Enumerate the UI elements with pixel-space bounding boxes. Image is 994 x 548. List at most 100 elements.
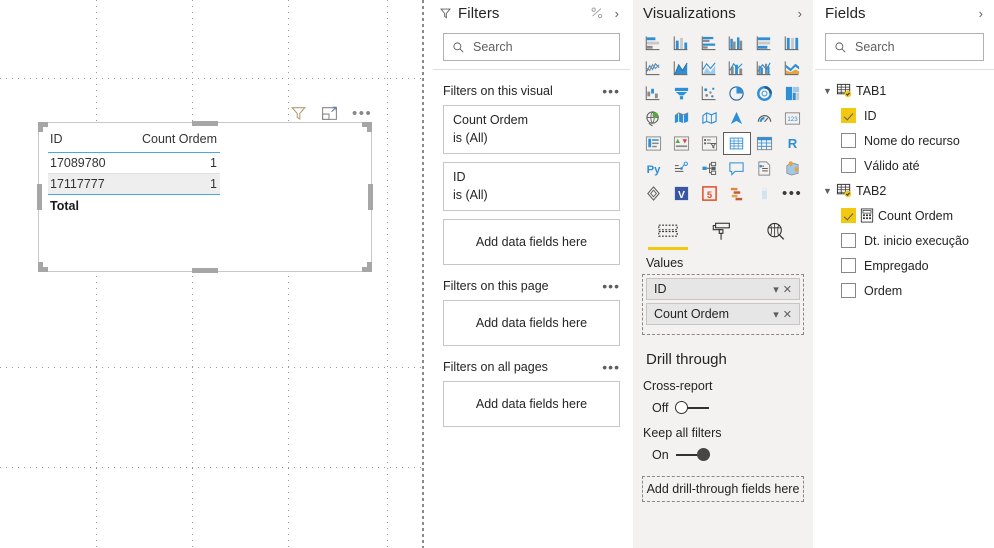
python-visual-icon[interactable]: Py [640,157,668,180]
line-chart-icon[interactable] [640,57,668,80]
table-row[interactable]: 17089780 1 [48,152,220,174]
reset-filters-icon[interactable] [590,6,604,20]
table-row[interactable]: 17117777 1 [48,173,220,195]
more-options-icon[interactable]: ••• [352,105,371,122]
resize-handle-top-right[interactable] [362,122,372,132]
resize-handle-top-left[interactable] [38,122,48,132]
map-icon[interactable] [640,107,668,130]
table-visual-grid[interactable]: ID Count Ordem 17089780 1 17117777 1 Tot… [48,131,220,216]
html-viewer-icon[interactable]: 5 [695,182,723,205]
field-item-count-ordem[interactable]: Count Ordem [815,203,994,228]
bullet-chart-icon[interactable] [751,182,779,205]
field-checkbox[interactable] [841,158,856,173]
field-chip-id[interactable]: ID ▾ ✕ [646,278,800,300]
hundred-percent-stacked-column-chart-icon[interactable] [778,32,806,55]
collapse-visualizations-pane-icon[interactable]: › [795,7,805,20]
focus-mode-icon[interactable] [321,105,338,122]
donut-chart-icon[interactable] [751,82,779,105]
fields-table-tab1[interactable]: ▼ TAB1 [815,78,994,103]
paginated-report-icon[interactable] [778,157,806,180]
more-options-icon[interactable]: ••• [602,279,620,293]
report-canvas[interactable]: ••• ID Count Ordem 17089780 1 17117777 1… [0,0,424,548]
field-item-valido-ate[interactable]: Válido até [815,153,994,178]
visio-visual-icon[interactable]: V [668,182,696,205]
cell-count-ordem[interactable]: 1 [121,152,220,174]
field-checkbox[interactable] [841,108,856,123]
kpi-icon[interactable] [668,132,696,155]
field-checkbox[interactable] [841,283,856,298]
filled-map-icon[interactable] [668,107,696,130]
r-script-visual-icon[interactable]: R [778,132,806,155]
values-field-well[interactable]: ID ▾ ✕ Count Ordem ▾ ✕ [642,274,804,335]
area-chart-icon[interactable] [668,57,696,80]
field-checkbox[interactable] [841,133,856,148]
cell-count-ordem[interactable]: 1 [121,173,220,195]
shape-map-icon[interactable] [695,107,723,130]
filter-card[interactable]: ID is (All) [443,162,620,211]
stacked-bar-chart-icon[interactable] [640,32,668,55]
filter-dropzone[interactable]: Add data fields here [443,219,620,265]
field-chip-count-ordem[interactable]: Count Ordem ▾ ✕ [646,303,800,325]
card-icon[interactable]: 123 [778,107,806,130]
remove-field-icon[interactable]: ✕ [781,308,794,321]
treemap-icon[interactable] [778,82,806,105]
resize-handle-bottom[interactable] [192,268,218,273]
ribbon-chart-icon[interactable] [778,57,806,80]
filter-dropzone[interactable]: Add data fields here [443,381,620,427]
gantt-chart-icon[interactable] [723,182,751,205]
cell-id[interactable]: 17089780 [48,152,122,174]
resize-handle-top[interactable] [192,121,218,126]
key-influencers-icon[interactable] [668,157,696,180]
fields-tab[interactable] [641,212,695,250]
fields-table-tab2[interactable]: ▼ TAB2 [815,178,994,203]
column-header-id[interactable]: ID [48,131,122,153]
chevron-down-icon[interactable]: ▾ [771,308,781,321]
hundred-percent-stacked-bar-chart-icon[interactable] [751,32,779,55]
gauge-icon[interactable] [751,107,779,130]
fields-search-input[interactable]: Search [825,33,984,61]
format-tab[interactable] [695,212,749,250]
chevron-down-icon[interactable]: ▾ [771,283,781,296]
power-apps-icon[interactable] [640,182,668,205]
filter-icon[interactable] [290,105,307,122]
multi-row-card-icon[interactable] [640,132,668,155]
resize-handle-bottom-right[interactable] [362,262,372,272]
resize-handle-left[interactable] [37,184,42,210]
stacked-area-chart-icon[interactable] [695,57,723,80]
slicer-icon[interactable] [695,132,723,155]
more-options-icon[interactable]: ••• [602,84,620,98]
field-checkbox[interactable] [841,233,856,248]
drill-through-dropzone[interactable]: Add drill-through fields here [642,476,804,502]
pie-chart-icon[interactable] [723,82,751,105]
analytics-tab[interactable] [749,212,803,250]
decomposition-tree-icon[interactable] [695,157,723,180]
filter-card[interactable]: Count Ordem is (All) [443,105,620,154]
scatter-chart-icon[interactable] [695,82,723,105]
clustered-column-chart-icon[interactable] [723,32,751,55]
more-visuals-icon[interactable]: ••• [778,182,806,205]
more-options-icon[interactable]: ••• [602,360,620,374]
waterfall-chart-icon[interactable] [640,82,668,105]
field-item-empregado[interactable]: Empregado [815,253,994,278]
arcgis-map-icon[interactable] [723,107,751,130]
smart-narrative-icon[interactable] [751,157,779,180]
collapse-fields-pane-icon[interactable]: › [976,7,986,20]
field-checkbox[interactable] [841,258,856,273]
resize-handle-bottom-left[interactable] [38,262,48,272]
qna-icon[interactable] [723,157,751,180]
chevron-down-icon[interactable]: ▼ [822,186,833,196]
field-item-dt-inicio-execucao[interactable]: Dt. inicio execução [815,228,994,253]
collapse-filters-pane-icon[interactable]: › [612,7,622,20]
field-item-nome-do-recurso[interactable]: Nome do recurso [815,128,994,153]
remove-field-icon[interactable]: ✕ [781,283,794,296]
field-item-id[interactable]: ID [815,103,994,128]
table-visual[interactable]: ID Count Ordem 17089780 1 17117777 1 Tot… [37,121,373,273]
chevron-down-icon[interactable]: ▼ [822,86,833,96]
line-and-stacked-column-chart-icon[interactable] [723,57,751,80]
keep-all-filters-toggle[interactable] [675,448,710,462]
stacked-column-chart-icon[interactable] [668,32,696,55]
clustered-bar-chart-icon[interactable] [695,32,723,55]
funnel-chart-icon[interactable] [668,82,696,105]
column-header-count-ordem[interactable]: Count Ordem [121,131,220,153]
resize-handle-right[interactable] [368,184,373,210]
